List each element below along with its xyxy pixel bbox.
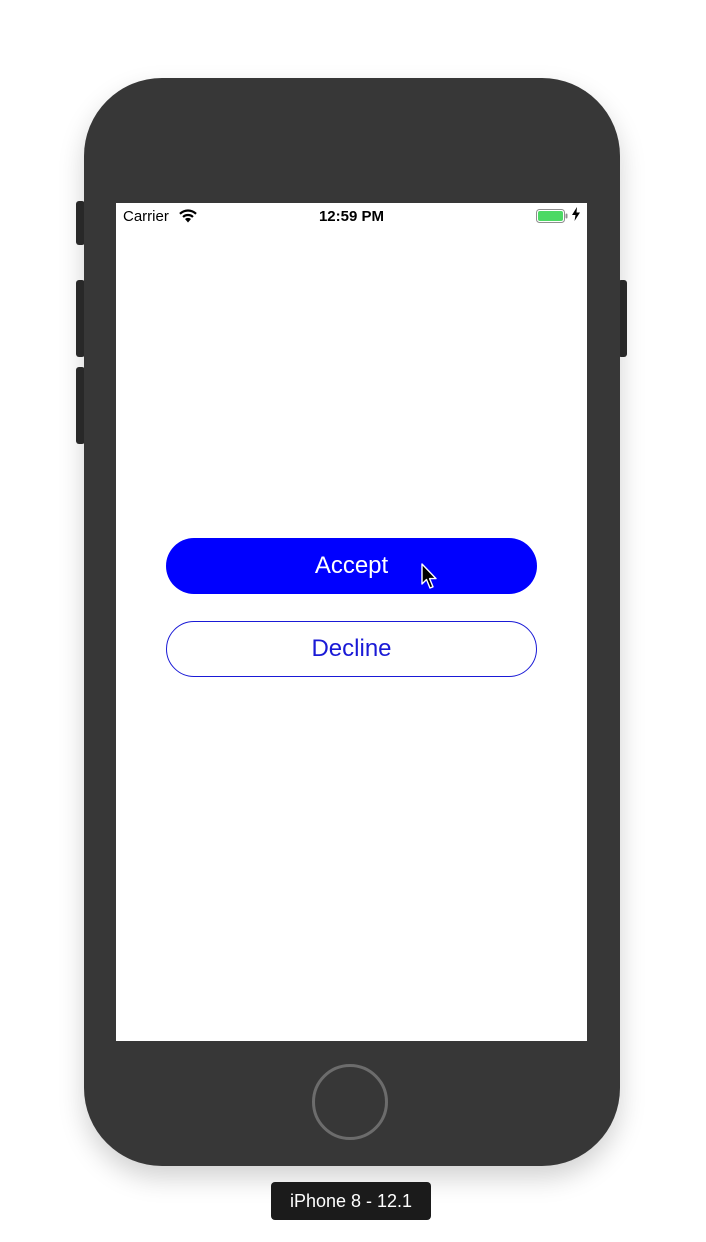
home-button[interactable]: [312, 1064, 388, 1140]
clock-label: 12:59 PM: [318, 208, 385, 225]
mouse-cursor-icon: [421, 563, 437, 589]
device-screen: Carrier 12:59 PM Accept Decline: [116, 203, 587, 1041]
battery-icon: [536, 209, 568, 223]
device-name-label: iPhone 8 - 12.1: [271, 1182, 431, 1220]
status-bar: Carrier 12:59 PM: [116, 203, 587, 229]
charging-bolt-icon: [572, 207, 580, 221]
simulator-window: Carrier 12:59 PM Accept Decline iPhone 8…: [0, 0, 706, 1242]
decline-button[interactable]: Decline: [166, 621, 537, 677]
accept-button[interactable]: Accept: [166, 538, 537, 594]
